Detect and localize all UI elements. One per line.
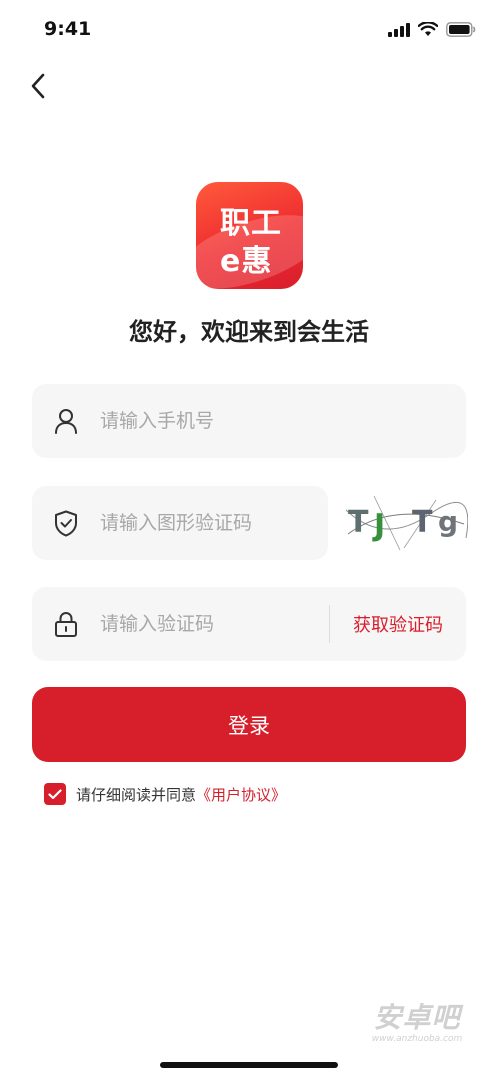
battery-icon [446, 22, 476, 41]
wifi-icon [417, 21, 439, 41]
sms-code-field: 获取验证码 [32, 587, 466, 661]
status-icons [388, 21, 476, 41]
lock-icon [32, 587, 100, 661]
login-button[interactable]: 登录 [32, 687, 466, 762]
captcha-char-3: T [412, 505, 433, 540]
watermark: 安卓吧 www.anzhuoba.com [362, 996, 472, 1044]
captcha-image[interactable]: T J T g [344, 494, 469, 552]
captcha-field [32, 486, 328, 560]
home-indicator[interactable] [160, 1062, 338, 1068]
captcha-char-2: J [372, 508, 385, 543]
status-bar: 9:41 [0, 0, 498, 60]
sms-code-input[interactable] [100, 587, 329, 661]
captcha-char-1: T [348, 505, 369, 540]
status-time: 9:41 [44, 18, 92, 40]
phone-input[interactable] [100, 384, 466, 458]
watermark-sub: www.anzhuoba.com [371, 1034, 463, 1044]
agreement-text: 请仔细阅读并同意 [76, 785, 197, 804]
user-icon [32, 384, 100, 458]
shield-check-icon [32, 486, 100, 560]
logo-text-line2: e惠 [220, 244, 273, 279]
get-code-button[interactable]: 获取验证码 [330, 611, 466, 637]
agreement-row: 请仔细阅读并同意《用户协议》 [44, 783, 286, 805]
watermark-main: 安卓吧 [373, 1001, 461, 1034]
agreement-checkbox[interactable] [44, 783, 66, 805]
welcome-title: 您好，欢迎来到会生活 [129, 318, 369, 346]
app-logo: 职工 e惠 [196, 182, 303, 289]
chevron-left-icon [30, 73, 46, 103]
signal-icon [388, 22, 410, 41]
captcha-input[interactable] [100, 486, 328, 560]
back-button[interactable] [22, 70, 54, 106]
login-screen: 9:41 职工 e惠 您好，欢迎来到会生活 请输入手机号 请输入图形验证码 T … [0, 0, 498, 1080]
captcha-char-4: g [438, 505, 458, 538]
check-icon [48, 788, 62, 799]
user-agreement-link[interactable]: 《用户协议》 [196, 786, 286, 804]
phone-field [32, 384, 466, 458]
